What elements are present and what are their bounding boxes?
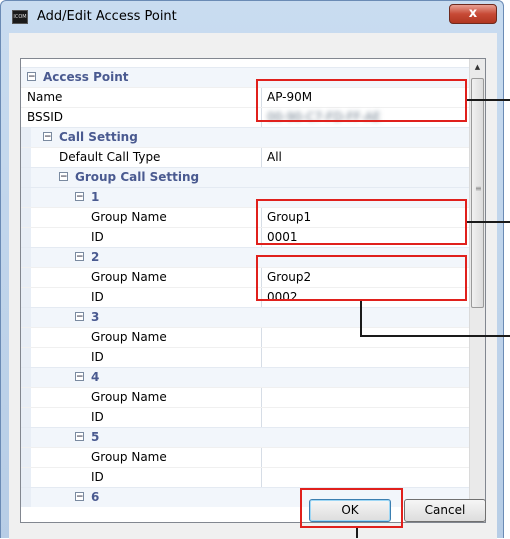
- indent-margin: [21, 388, 31, 407]
- group-id-label: ID: [91, 290, 104, 304]
- category-label: Group Call Setting: [75, 170, 200, 184]
- group-name-label: Group Name: [91, 450, 167, 464]
- category-label: Call Setting: [59, 130, 138, 144]
- callout-line: [360, 301, 362, 337]
- category-group-call-setting[interactable]: − Group Call Setting: [21, 167, 471, 187]
- callout-line: [356, 528, 358, 538]
- app-icon: ICOM: [12, 10, 28, 24]
- category-group-5[interactable]: − 5: [21, 427, 471, 447]
- group-index-label: 5: [91, 430, 100, 444]
- indent-margin: [21, 408, 31, 427]
- window-title: Add/Edit Access Point: [37, 9, 177, 24]
- highlight-box-group-2: [256, 255, 467, 301]
- group-name-label: Group Name: [91, 210, 167, 224]
- indent-margin: [21, 228, 31, 247]
- group-id-label: ID: [91, 470, 104, 484]
- property-row-group-id[interactable]: ID: [21, 347, 471, 367]
- grip-icon: ≡: [475, 184, 482, 193]
- group-index-label: 6: [91, 490, 100, 504]
- indent-margin: [21, 468, 31, 487]
- indent-margin: [21, 448, 31, 467]
- property-name-label: Name: [27, 90, 63, 104]
- group-id-value-field[interactable]: [261, 348, 471, 367]
- indent-margin: [21, 168, 31, 187]
- property-default-call-type-label: Default Call Type: [59, 150, 161, 164]
- category-group-4[interactable]: − 4: [21, 367, 471, 387]
- indent-margin: [21, 308, 31, 327]
- group-name-label: Group Name: [91, 270, 167, 284]
- callout-line: [467, 221, 510, 223]
- indent-margin: [21, 328, 31, 347]
- indent-margin: [21, 248, 31, 267]
- callout-line: [360, 335, 510, 337]
- indent-margin: [21, 148, 31, 167]
- group-index-label: 4: [91, 370, 100, 384]
- indent-margin: [21, 268, 31, 287]
- property-row-group-id[interactable]: ID: [21, 407, 471, 427]
- default-call-type-value-field[interactable]: All: [261, 148, 471, 167]
- indent-margin: [21, 488, 31, 507]
- indent-margin: [21, 368, 31, 387]
- property-row-group-name[interactable]: Group Name: [21, 327, 471, 347]
- group-name-value-field[interactable]: [261, 328, 471, 347]
- scroll-thumb[interactable]: ≡: [471, 78, 484, 308]
- scroll-up-icon[interactable]: ▲: [470, 59, 485, 75]
- property-bssid-label: BSSID: [27, 110, 64, 124]
- collapse-icon[interactable]: −: [75, 432, 84, 442]
- group-id-value-field[interactable]: [261, 468, 471, 487]
- indent-margin: [21, 208, 31, 227]
- title-bar[interactable]: ICOM Add/Edit Access Point x: [1, 1, 503, 33]
- indent-margin: [21, 348, 31, 367]
- group-name-value-field[interactable]: [261, 388, 471, 407]
- property-row-group-name[interactable]: Group Name: [21, 447, 471, 467]
- group-id-label: ID: [91, 350, 104, 364]
- highlight-box-group-1: [256, 199, 467, 245]
- group-index-label: 1: [91, 190, 100, 204]
- group-id-value-field[interactable]: [261, 408, 471, 427]
- group-name-label: Group Name: [91, 330, 167, 344]
- property-row-default-call-type[interactable]: Default Call Type All: [21, 147, 471, 167]
- collapse-icon[interactable]: −: [75, 312, 84, 322]
- group-id-label: ID: [91, 230, 104, 244]
- callout-line: [467, 99, 510, 101]
- indent-margin: [21, 428, 31, 447]
- group-id-label: ID: [91, 410, 104, 424]
- property-row-group-name[interactable]: Group Name: [21, 387, 471, 407]
- collapse-icon[interactable]: −: [75, 252, 84, 262]
- group-index-label: 2: [91, 250, 100, 264]
- collapse-icon[interactable]: −: [75, 492, 84, 502]
- cancel-button[interactable]: Cancel: [404, 499, 486, 522]
- group-name-value-field[interactable]: [261, 448, 471, 467]
- group-index-label: 3: [91, 310, 100, 324]
- collapse-icon[interactable]: −: [75, 192, 84, 202]
- property-row-group-id[interactable]: ID: [21, 467, 471, 487]
- indent-margin: [21, 288, 31, 307]
- collapse-icon[interactable]: −: [59, 172, 68, 182]
- collapse-icon[interactable]: −: [43, 132, 52, 142]
- vertical-scrollbar[interactable]: ▲ ≡ ▼: [469, 59, 485, 522]
- group-name-label: Group Name: [91, 390, 167, 404]
- highlight-box-ok: [300, 488, 403, 528]
- category-label: Access Point: [43, 70, 129, 84]
- collapse-icon[interactable]: −: [75, 372, 84, 382]
- category-group-3[interactable]: − 3: [21, 307, 471, 327]
- highlight-box-access-point: [256, 79, 467, 122]
- close-button[interactable]: x: [449, 4, 497, 24]
- category-call-setting[interactable]: − Call Setting: [21, 127, 471, 147]
- collapse-icon[interactable]: −: [27, 72, 36, 82]
- indent-margin: [21, 128, 31, 147]
- indent-margin: [21, 188, 31, 207]
